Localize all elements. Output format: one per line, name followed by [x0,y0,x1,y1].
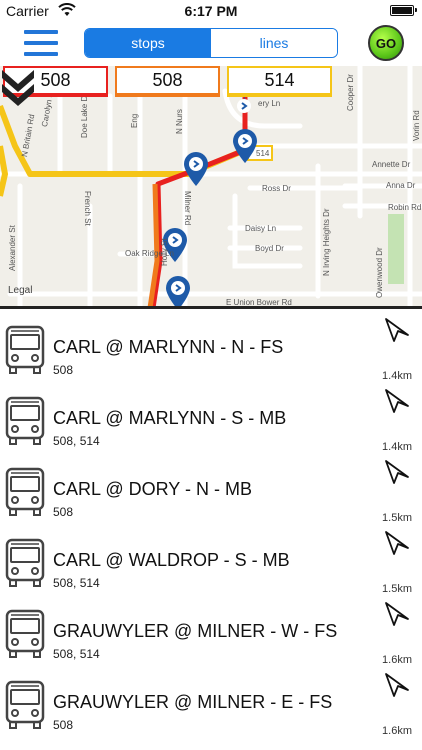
bus-icon [5,538,45,588]
direction-arrow-icon [384,317,410,343]
direction-arrow-icon [384,672,410,698]
street-label: Doe Lake Dr [80,93,89,138]
street-label: Annette Dr [372,160,411,169]
stop-row[interactable]: GRAUWYLER @ MILNER - W - FS 508, 514 1.6km [0,593,422,666]
menu-button[interactable] [24,28,58,58]
battery-icon [390,5,417,16]
hamburger-line [24,41,58,45]
double-chevron-down-icon [2,70,34,106]
bus-icon [5,680,45,730]
stop-name: GRAUWYLER @ MILNER - W - FS [53,621,338,641]
stop-lines: 508, 514 [53,434,100,448]
stop-lines: 508 [53,505,74,519]
direction-arrow-icon [384,601,410,627]
view-segmented-control: stops lines [84,28,338,58]
stop-row[interactable]: CARL @ DORY - N - MB 508 1.5km [0,451,422,524]
stop-name: CARL @ MARLYNN - N - FS [53,337,284,357]
stop-name: CARL @ WALDROP - S - MB [53,550,290,570]
street-label: Ross Dr [262,184,291,193]
map-view[interactable]: Carolyn St Doe Lake Dr Eng N Nurs Ross D… [0,66,422,308]
stop-row[interactable]: GRAUWYLER @ MILNER - E - FS 508 1.6km [0,664,422,737]
street-label: Vorin Rd [412,110,421,141]
stop-name: CARL @ DORY - N - MB [53,479,252,499]
stop-name: GRAUWYLER @ MILNER - E - FS [53,692,333,712]
hamburger-icon [24,30,58,34]
stop-lines: 508, 514 [53,576,100,590]
street-label: Anna Dr [386,181,416,190]
stop-row[interactable]: CARL @ MARLYNN - S - MB 508, 514 1.4km [0,380,422,453]
street-label: N Nurs [175,109,184,134]
stop-row[interactable]: CARL @ WALDROP - S - MB 508, 514 1.5km [0,522,422,595]
stop-name: CARL @ MARLYNN - S - MB [53,408,287,428]
hamburger-line [24,52,58,56]
stop-lines: 508 [53,363,74,377]
go-button[interactable]: GO [368,25,404,61]
street-label: ery Ln [258,99,281,108]
street-label: Alexander St [8,225,17,271]
segment-stops[interactable]: stops [85,29,211,57]
street-label: French St [83,191,92,226]
bus-icon [5,467,45,517]
stop-distance: 1.6km [382,725,412,737]
legal-link[interactable]: Legal [8,285,32,296]
bus-icon [5,325,45,375]
bus-icon [5,609,45,659]
street-label: Owenwood Dr [375,247,384,298]
street-label: Cooper Dr [346,74,355,111]
route-tag-508-orange[interactable]: 508 [115,66,220,97]
segment-lines[interactable]: lines [211,29,337,57]
stop-row[interactable]: CARL @ MARLYNN - N - FS 508 1.4km [0,309,422,382]
bus-icon [5,396,45,446]
stop-lines: 508 [53,718,74,732]
direction-arrow-icon [384,530,410,556]
direction-arrow-icon [384,459,410,485]
direction-arrow-icon [384,388,410,414]
street-label: Daisy Ln [245,224,277,233]
nav-bar: stops lines GO [0,22,422,66]
route-tag-514[interactable]: 514 [227,66,332,97]
route-marker-label: 514 [256,149,270,158]
street-label: Robin Rd [388,203,422,212]
stop-list: CARL @ MARLYNN - N - FS 508 1.4km CARL @ MA… [0,309,422,750]
status-bar: Carrier 6:17 PM [0,0,422,22]
collapse-map-button[interactable] [0,66,36,108]
map-canvas [0,66,422,308]
status-time: 6:17 PM [184,3,238,19]
stop-lines: 508, 514 [53,647,100,661]
street-label: Holly St [160,238,169,266]
street-label: Milner Rd [183,191,192,226]
street-label: Eng [130,113,139,128]
street-label: Boyd Dr [255,244,284,253]
street-label: N Irving Heights Dr [322,208,331,276]
